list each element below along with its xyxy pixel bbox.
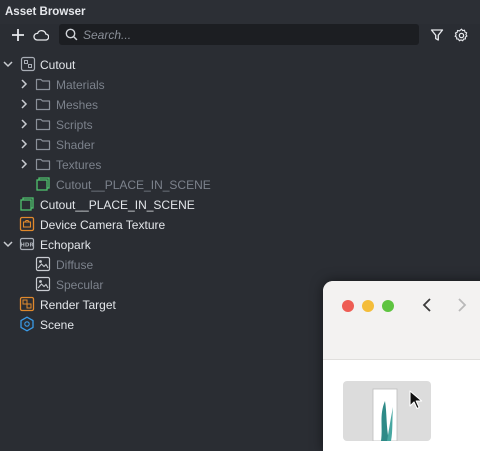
- tree-item-label: Scene: [40, 318, 75, 332]
- tree-item-label: Meshes: [56, 98, 99, 112]
- folder-icon: [35, 138, 51, 151]
- camera-texture-icon: [19, 216, 35, 232]
- window-minimize-button[interactable]: [362, 300, 374, 312]
- tree-item-textures[interactable]: Textures: [0, 154, 480, 174]
- tree-item-label: Cutout: [40, 58, 76, 72]
- tree-item-label: Echopark: [40, 238, 91, 252]
- cloud-icon[interactable]: [31, 24, 51, 46]
- window-zoom-button[interactable]: [382, 300, 394, 312]
- prefab-icon: [36, 177, 50, 191]
- tree-item-materials[interactable]: Materials: [0, 74, 480, 94]
- chevron-right-icon[interactable]: [17, 157, 31, 171]
- add-icon[interactable]: [8, 24, 28, 46]
- finder-titlebar: [323, 281, 480, 360]
- search-box[interactable]: [59, 24, 419, 45]
- tree-item-meshes[interactable]: Meshes: [0, 94, 480, 114]
- chevron-right-icon[interactable]: [17, 117, 31, 131]
- back-arrow-icon[interactable]: [421, 297, 433, 313]
- panel-title: Asset Browser: [5, 6, 86, 18]
- tree-item-echopark[interactable]: HDR Echopark: [0, 234, 480, 254]
- image-icon: [35, 256, 51, 272]
- search-icon: [65, 28, 78, 41]
- folder-icon: [35, 78, 51, 91]
- chevron-down-icon[interactable]: [1, 57, 15, 71]
- window-close-button[interactable]: [342, 300, 354, 312]
- tree-item-scripts[interactable]: Scripts: [0, 114, 480, 134]
- svg-text:HDR: HDR: [20, 243, 34, 249]
- tree-item-label: Shader: [56, 138, 95, 152]
- chevron-right-icon[interactable]: [17, 137, 31, 151]
- finder-window[interactable]: [323, 281, 480, 451]
- filter-icon[interactable]: [427, 24, 447, 46]
- chevron-right-icon[interactable]: [17, 97, 31, 111]
- tree-item-label: Device Camera Texture: [40, 218, 166, 232]
- folder-icon: [35, 118, 51, 131]
- tree-item-shader[interactable]: Shader: [0, 134, 480, 154]
- settings-gear-icon[interactable]: [451, 24, 471, 46]
- tree-item-label: Textures: [56, 158, 102, 172]
- tree-item-diffuse[interactable]: Diffuse: [0, 254, 480, 274]
- panel-header: Asset Browser: [0, 0, 480, 24]
- tree-item-cutout-prefab-nested[interactable]: Cutout__PLACE_IN_SCENE: [0, 174, 480, 194]
- folder-icon: [35, 98, 51, 111]
- tree-item-label: Materials: [56, 78, 105, 92]
- render-target-icon: [19, 296, 35, 312]
- prefab-icon: [20, 197, 34, 211]
- tree-item-label: Specular: [56, 278, 104, 292]
- image-preview: [372, 388, 398, 441]
- scene-icon: [20, 316, 34, 332]
- tree-item-device-camera-texture[interactable]: Device Camera Texture: [0, 214, 480, 234]
- tree-item-cutout[interactable]: Cutout: [0, 54, 480, 74]
- forward-arrow-icon[interactable]: [456, 297, 468, 313]
- toolbar: [0, 24, 480, 46]
- tree-item-label: Render Target: [40, 298, 116, 312]
- tree-item-cutout-prefab[interactable]: Cutout__PLACE_IN_SCENE: [0, 194, 480, 214]
- chevron-down-icon[interactable]: [1, 237, 15, 251]
- image-icon: [35, 276, 51, 292]
- tree-item-label: Scripts: [56, 118, 93, 132]
- package-icon: [20, 56, 36, 72]
- tree-item-label: Diffuse: [56, 258, 94, 272]
- tree-item-label: Cutout__PLACE_IN_SCENE: [40, 198, 195, 212]
- hdr-icon: HDR: [19, 237, 34, 251]
- tree-item-label: Cutout__PLACE_IN_SCENE: [56, 178, 211, 192]
- chevron-right-icon[interactable]: [17, 77, 31, 91]
- finder-content: [323, 360, 480, 451]
- mouse-cursor-icon: [409, 390, 423, 410]
- folder-icon: [35, 158, 51, 171]
- search-input[interactable]: [83, 26, 403, 43]
